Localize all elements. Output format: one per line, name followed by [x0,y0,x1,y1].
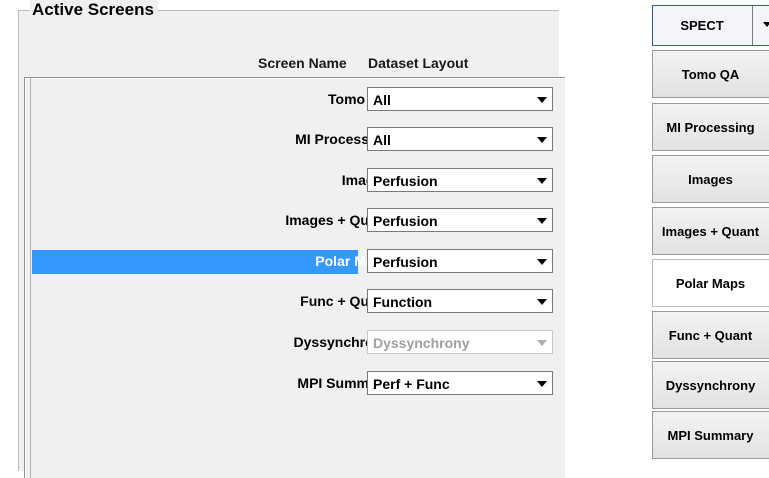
dataset-layout-value: All [373,92,391,108]
chevron-down-icon[interactable] [532,209,552,231]
screen-nav-button[interactable]: Tomo QA [652,50,769,98]
screen-row[interactable]: MI Processing All [30,127,560,153]
dataset-layout-select[interactable]: Perfusion [367,168,553,192]
chevron-down-icon[interactable] [532,290,552,312]
dataset-layout-value: Perfusion [373,173,438,189]
screen-row[interactable]: Func + Quant Function [30,289,560,315]
screen-name-header: Screen Name [258,55,347,71]
chevron-down-icon [532,331,552,353]
screen-row[interactable]: Polar Maps Perfusion [30,249,560,275]
dataset-layout-select[interactable]: All [367,87,553,111]
screen-nav-button[interactable]: MPI Summary [652,411,769,459]
dataset-layout-value: All [373,132,391,148]
row-selection-highlight [32,250,358,274]
screen-nav-button[interactable]: Polar Maps [652,259,769,307]
chevron-down-icon[interactable] [532,88,552,110]
dataset-layout-header: Dataset Layout [368,55,469,71]
screen-row[interactable]: Images + Quant Perfusion [30,208,560,234]
active-screens-title: Active Screens [30,0,158,20]
modality-label: SPECT [680,18,724,33]
dataset-layout-value: Perfusion [373,213,438,229]
screen-nav-button[interactable]: MI Processing [652,103,769,151]
chevron-down-icon[interactable] [532,372,552,394]
screen-nav-column: SPECT Tomo QA MI Processing Images Images +… [652,0,769,459]
dataset-layout-select[interactable]: Perf + Func [367,371,553,395]
dataset-layout-value: Function [373,294,433,310]
dataset-layout-select: Dyssynchrony [367,330,553,354]
modality-dropdown[interactable]: SPECT [652,5,769,46]
dataset-layout-value: Perf + Func [373,376,450,392]
chevron-down-icon[interactable] [532,250,552,272]
modality-divider [752,6,753,45]
screen-row[interactable]: Dyssynchrony Dyssynchrony [30,330,560,356]
dataset-layout-value: Perfusion [373,254,438,270]
screen-row[interactable]: Images Perfusion [30,168,560,194]
chevron-down-icon[interactable] [763,22,769,27]
screen-nav-button[interactable]: Images + Quant [652,207,769,255]
dataset-layout-value: Dyssynchrony [373,335,470,351]
dataset-layout-select[interactable]: Perfusion [367,249,553,273]
screen-row[interactable]: MPI Summary Perf + Func [30,371,560,397]
chevron-down-icon[interactable] [532,169,552,191]
screen-nav-button[interactable]: Images [652,155,769,203]
chevron-down-icon[interactable] [532,128,552,150]
dataset-layout-select[interactable]: Perfusion [367,208,553,232]
screen-row[interactable]: Tomo QA All [30,87,560,113]
groupbox-top-border [175,10,555,11]
dataset-layout-select[interactable]: Function [367,289,553,313]
dataset-layout-select[interactable]: All [367,127,553,151]
screen-nav-button[interactable]: Dyssynchrony [652,361,769,409]
screen-nav-button[interactable]: Func + Quant [652,311,769,359]
